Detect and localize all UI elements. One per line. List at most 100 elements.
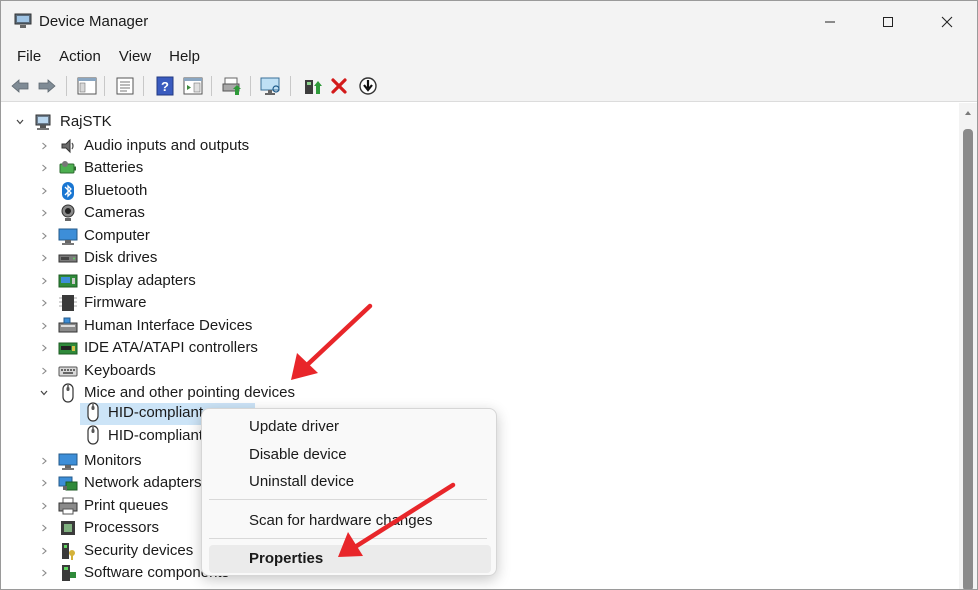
red-x-icon (331, 78, 347, 94)
tree-root-label[interactable]: RajSTK (60, 113, 112, 130)
console-tree-icon (77, 77, 97, 95)
context-menu: Update driver Disable device Uninstall d… (201, 408, 497, 576)
properties-toolbar-button[interactable] (114, 75, 136, 97)
expand-chevron-icon[interactable] (38, 545, 50, 557)
printer-upload-icon (222, 77, 241, 95)
disable-device-label: Disable device (249, 446, 347, 463)
network-adapter-icon (58, 476, 78, 491)
disk-drive-icon (58, 254, 78, 263)
category-label[interactable]: Computer (84, 227, 150, 244)
forward-arrow-icon (38, 79, 56, 93)
properties-label: Properties (249, 550, 324, 567)
expand-chevron-icon[interactable] (38, 455, 50, 467)
toolbar-separator (104, 76, 105, 96)
menu-help[interactable]: Help (160, 45, 209, 68)
expand-chevron-icon[interactable] (38, 207, 50, 219)
expand-chevron-icon[interactable] (38, 140, 50, 152)
vertical-scrollbar[interactable] (959, 103, 977, 589)
uninstall-device-button[interactable] (328, 75, 350, 97)
mouse-icon (87, 425, 99, 445)
expand-chevron-icon[interactable] (38, 230, 50, 242)
scan-hardware-menu-item[interactable]: Scan for hardware changes (209, 507, 491, 535)
computer-icon (58, 228, 78, 245)
uninstall-device-menu-item[interactable]: Uninstall device (209, 468, 491, 496)
help-icon: ? (156, 76, 174, 96)
category-label[interactable]: Bluetooth (84, 182, 147, 199)
menu-view[interactable]: View (110, 45, 160, 68)
category-label[interactable]: Network adapters (84, 474, 202, 491)
forward-button[interactable] (36, 75, 58, 97)
category-label[interactable]: Processors (84, 519, 159, 536)
scroll-up-arrow-icon[interactable] (964, 109, 972, 117)
disable-device-button[interactable] (357, 75, 379, 97)
category-label[interactable]: Audio inputs and outputs (84, 137, 249, 154)
expand-chevron-icon[interactable] (38, 342, 50, 354)
category-label[interactable]: Mice and other pointing devices (84, 384, 295, 401)
category-label[interactable]: Human Interface Devices (84, 317, 252, 334)
help-button[interactable]: ? (154, 75, 176, 97)
category-label[interactable]: Disk drives (84, 249, 157, 266)
expand-chevron-icon[interactable] (38, 365, 50, 377)
printer-icon (58, 497, 78, 515)
expand-chevron-icon[interactable] (38, 522, 50, 534)
category-label[interactable]: Batteries (84, 159, 143, 176)
maximize-icon (883, 16, 893, 27)
action-pane-icon (183, 77, 203, 95)
menu-file[interactable]: File (8, 45, 50, 68)
window-title: Device Manager (39, 13, 149, 30)
scan-hardware-label: Scan for hardware changes (249, 512, 433, 529)
close-button[interactable] (918, 1, 976, 42)
title-bar: Device Manager (1, 1, 977, 42)
mouse-icon (62, 383, 74, 403)
menu-action[interactable]: Action (50, 45, 110, 68)
category-label[interactable]: Display adapters (84, 272, 196, 289)
properties-menu-item[interactable]: Properties (209, 545, 491, 573)
toolbar: ? (1, 70, 977, 102)
maximize-button[interactable] (859, 1, 917, 42)
properties-sheet-icon (116, 77, 134, 95)
expand-chevron-icon[interactable] (38, 252, 50, 264)
update-driver-button[interactable] (301, 75, 323, 97)
category-label[interactable]: Monitors (84, 452, 142, 469)
toolbar-separator (211, 76, 212, 96)
action-view-button[interactable] (182, 75, 204, 97)
expand-chevron-icon[interactable] (38, 275, 50, 287)
camera-icon (61, 204, 75, 221)
down-arrow-circle-icon (359, 77, 377, 95)
toolbar-separator (250, 76, 251, 96)
minimize-button[interactable] (801, 1, 859, 42)
security-device-icon (62, 543, 75, 560)
toolbar-separator (290, 76, 291, 96)
svg-text:?: ? (161, 79, 169, 94)
hid-icon (58, 317, 78, 333)
update-driver-icon (305, 80, 322, 94)
expand-chevron-icon[interactable] (38, 477, 50, 489)
expand-chevron-icon[interactable] (38, 185, 50, 197)
category-label[interactable]: Cameras (84, 204, 145, 221)
collapse-chevron-icon[interactable] (38, 387, 50, 399)
expand-chevron-icon[interactable] (38, 320, 50, 332)
context-menu-separator (209, 499, 487, 500)
hid-compliant-mouse-1-label[interactable]: HID-compliant (108, 404, 203, 421)
battery-icon (59, 161, 76, 174)
scrollbar-thumb[interactable] (963, 129, 973, 589)
processor-icon (61, 521, 75, 535)
show-hide-console-tree-button[interactable] (76, 75, 98, 97)
hid-compliant-mouse-2-label[interactable]: HID-compliant (108, 427, 203, 444)
expand-chevron-icon[interactable] (38, 297, 50, 309)
print-button[interactable] (221, 75, 243, 97)
category-label[interactable]: Print queues (84, 497, 168, 514)
expand-chevron-icon[interactable] (38, 162, 50, 174)
collapse-chevron-icon[interactable] (14, 116, 26, 128)
update-driver-menu-item[interactable]: Update driver (209, 413, 491, 441)
disable-device-menu-item[interactable]: Disable device (209, 441, 491, 469)
device-manager-app-icon (14, 13, 32, 28)
expand-chevron-icon[interactable] (38, 567, 50, 579)
expand-chevron-icon[interactable] (38, 500, 50, 512)
category-label[interactable]: IDE ATA/ATAPI controllers (84, 339, 258, 356)
scan-hardware-button[interactable] (260, 75, 282, 97)
category-label[interactable]: Keyboards (84, 362, 156, 379)
back-button[interactable] (9, 75, 31, 97)
category-label[interactable]: Firmware (84, 294, 147, 311)
category-label[interactable]: Security devices (84, 542, 193, 559)
